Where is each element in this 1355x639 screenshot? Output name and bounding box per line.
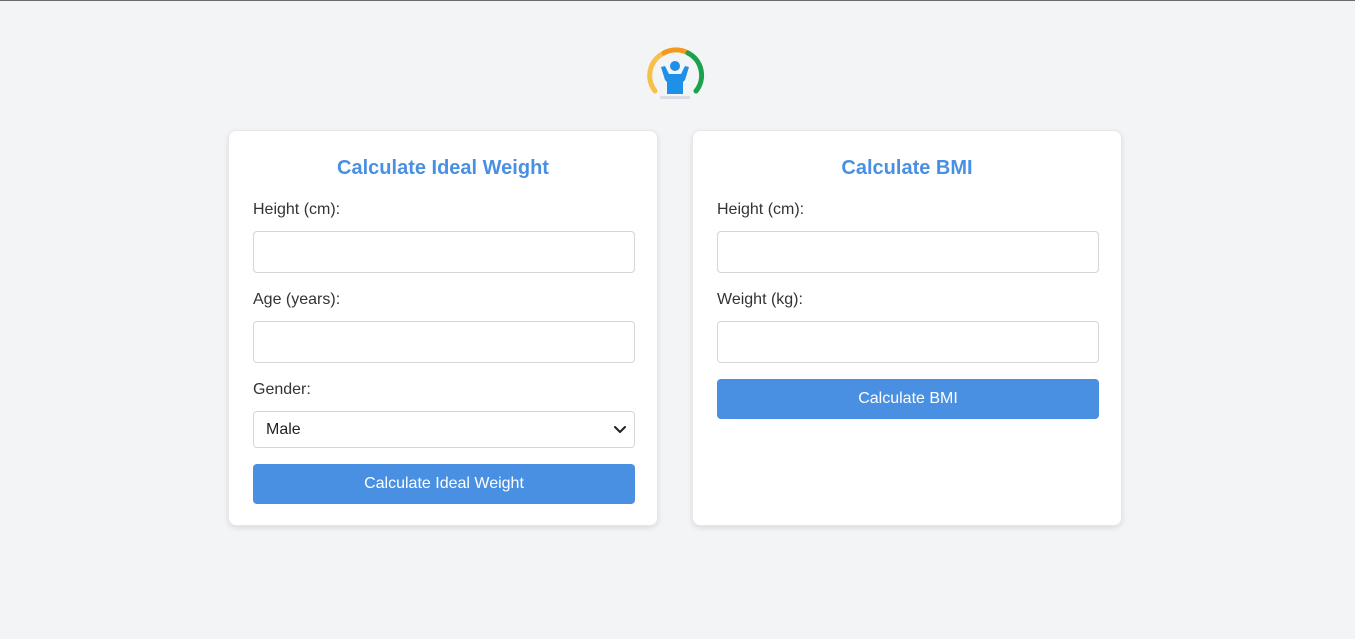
- age-label: Age (years):: [253, 291, 341, 308]
- ideal-weight-height-input[interactable]: [253, 231, 635, 273]
- gender-selected-value: Male: [266, 420, 301, 438]
- gender-label: Gender:: [253, 381, 311, 398]
- top-border: [0, 0, 1355, 1]
- calculate-bmi-button[interactable]: Calculate BMI: [717, 379, 1099, 419]
- age-input[interactable]: [253, 321, 635, 363]
- fitness-gauge-logo-icon: [645, 44, 705, 102]
- ideal-weight-title: Calculate Ideal Weight: [337, 157, 549, 179]
- bmi-card: Calculate BMI Height (cm): Weight (kg): …: [692, 130, 1122, 526]
- bmi-height-input[interactable]: [717, 231, 1099, 273]
- gender-select[interactable]: Male: [253, 411, 635, 448]
- chevron-down-icon: [612, 422, 628, 438]
- weight-input[interactable]: [717, 321, 1099, 363]
- weight-label: Weight (kg):: [717, 291, 803, 308]
- height-label: Height (cm):: [253, 201, 341, 218]
- ideal-weight-card: Calculate Ideal Weight Height (cm): Age …: [228, 130, 658, 526]
- bmi-title: Calculate BMI: [841, 157, 973, 179]
- bmi-height-label: Height (cm):: [717, 201, 805, 218]
- calculate-ideal-weight-button[interactable]: Calculate Ideal Weight: [253, 464, 635, 504]
